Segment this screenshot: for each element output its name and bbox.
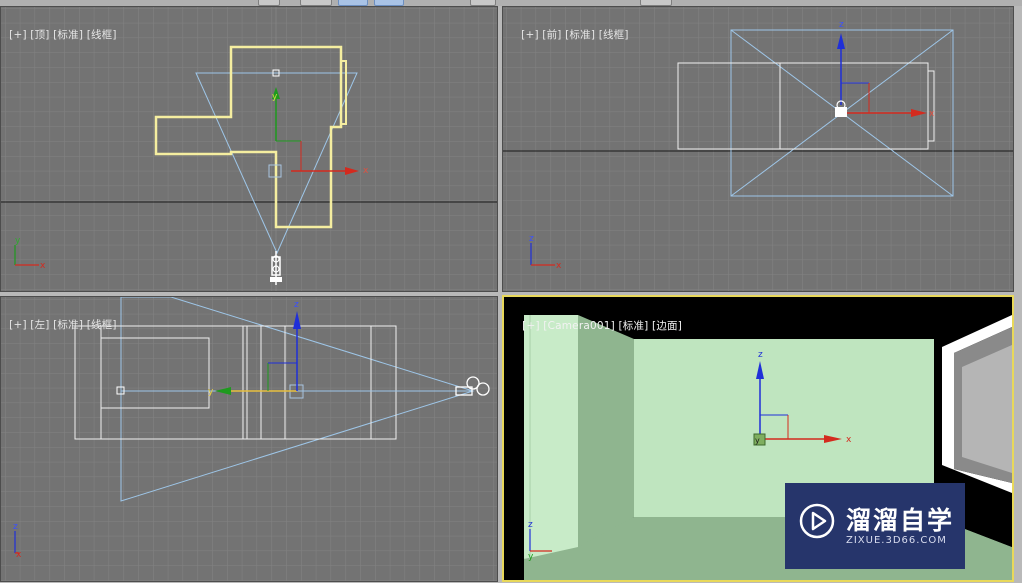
window-pane-inner bbox=[962, 345, 1012, 473]
svg-text:y: y bbox=[15, 236, 21, 246]
viewport-menu-shading[interactable]: [标准] bbox=[53, 29, 83, 41]
viewport-menu-display[interactable]: [线框] bbox=[87, 319, 117, 331]
viewport-label: [+] [左] [标准] [线框] bbox=[1, 305, 117, 344]
gizmo-z-label: z bbox=[758, 350, 763, 360]
viewport-menu-plus[interactable]: [+] bbox=[9, 29, 27, 41]
viewport-menu-shading[interactable]: [标准] bbox=[618, 320, 648, 332]
gizmo-x-label: x bbox=[363, 166, 369, 176]
viewport-menu-view[interactable]: [左] bbox=[30, 319, 49, 331]
gizmo-x-label: x bbox=[929, 109, 935, 119]
viewport-label: [+] [前] [标准] [线框] bbox=[507, 15, 629, 54]
watermark: 溜溜自学 ZIXUE.3D66.COM bbox=[785, 483, 965, 569]
viewport-menu-camera[interactable]: [Camera001] bbox=[543, 320, 615, 332]
gizmo-y-label: y bbox=[272, 92, 278, 102]
viewport-menu-display[interactable]: [边面] bbox=[652, 320, 682, 332]
gizmo-y-label: y bbox=[208, 387, 214, 397]
viewport-menu-display[interactable]: [线框] bbox=[87, 29, 117, 41]
svg-text:z: z bbox=[528, 520, 533, 530]
watermark-url: ZIXUE.3D66.COM bbox=[846, 535, 947, 546]
viewport-menu-display[interactable]: [线框] bbox=[599, 29, 629, 41]
svg-text:z: z bbox=[529, 234, 534, 244]
viewport-front[interactable]: x z z x [+] [前] [标准] [线框] bbox=[502, 6, 1014, 292]
play-logo-icon bbox=[799, 503, 835, 539]
viewport-label: [+] [顶] [标准] [线框] bbox=[1, 15, 117, 54]
gizmo-z-label: z bbox=[294, 300, 299, 310]
viewport-menu-plus[interactable]: [+] bbox=[521, 29, 539, 41]
viewport-menu-plus[interactable]: [+] bbox=[9, 319, 27, 331]
svg-text:x: x bbox=[16, 550, 22, 560]
viewport-top[interactable]: x y y x [+] [顶] [标准] [线框] bbox=[0, 6, 498, 292]
svg-text:x: x bbox=[556, 261, 562, 271]
gizmo-z-label: z bbox=[839, 20, 844, 30]
svg-text:z: z bbox=[13, 522, 18, 532]
gizmo-y-label: y bbox=[755, 436, 760, 445]
side-wall bbox=[578, 315, 634, 547]
viewport-menu-view[interactable]: [顶] bbox=[30, 29, 49, 41]
svg-text:x: x bbox=[40, 261, 46, 271]
viewport-menu-plus[interactable]: [+] bbox=[522, 320, 540, 332]
viewport-label: [+] [Camera001] [标准] [边面] bbox=[508, 306, 682, 345]
viewport-left[interactable]: y z z x [+] [左] [标准] [线框] bbox=[0, 296, 498, 582]
svg-text:y: y bbox=[528, 552, 534, 562]
viewport-menu-shading[interactable]: [标准] bbox=[565, 29, 595, 41]
viewport-menu-view[interactable]: [前] bbox=[542, 29, 561, 41]
gizmo-x-label: x bbox=[846, 435, 852, 445]
watermark-title: 溜溜自学 bbox=[846, 506, 955, 535]
viewport-menu-shading[interactable]: [标准] bbox=[53, 319, 83, 331]
